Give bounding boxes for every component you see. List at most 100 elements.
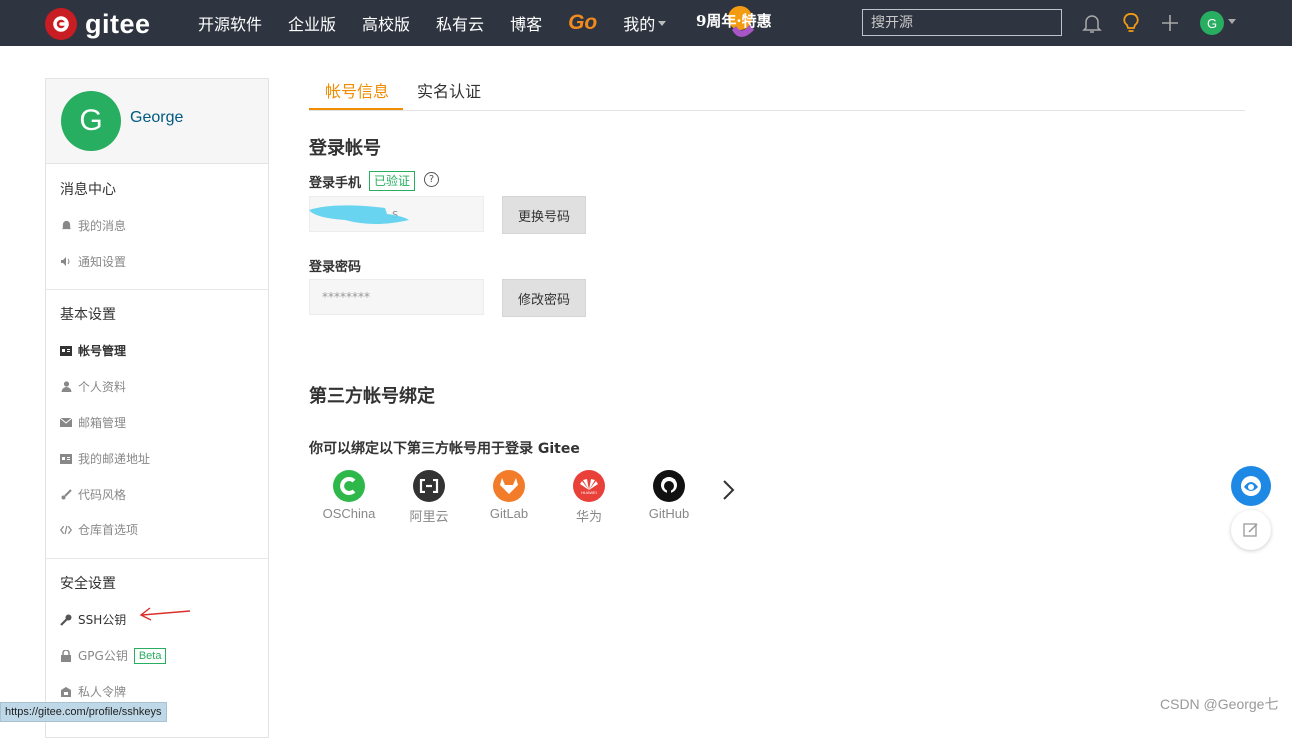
key-icon (60, 614, 72, 626)
beta-badge: Beta (133, 647, 167, 664)
password-value: ******** (322, 290, 370, 304)
provider-huawei[interactable]: HUAWEI 华为 (549, 470, 629, 525)
sidebar-item-code-style[interactable]: 代码风格 (60, 486, 126, 503)
sidebar-item-label: GPG公钥 (78, 649, 128, 663)
nav-open-source[interactable]: 开源软件 (198, 11, 262, 35)
sidebar-item-my-messages[interactable]: 我的消息 (60, 217, 126, 234)
avatar[interactable]: G (61, 91, 121, 151)
volume-icon (60, 256, 72, 268)
divider (46, 558, 268, 559)
tab-real-name[interactable]: 实名认证 (417, 78, 481, 102)
sidebar-item-label: SSH公钥 (78, 613, 127, 627)
third-party-heading: 第三方帐号绑定 (309, 386, 435, 407)
gitee-logo[interactable]: gitee (45, 8, 151, 40)
assistant-icon (1241, 476, 1261, 496)
change-phone-button[interactable]: 更换号码 (502, 196, 586, 234)
sidebar-item-account[interactable]: 帐号管理 (60, 342, 126, 359)
aliyun-icon (413, 470, 445, 502)
sidebar-item-label: 私人令牌 (78, 685, 127, 699)
sidebar-item-label: 我的消息 (78, 219, 127, 233)
nav-blog[interactable]: 博客 (510, 11, 542, 35)
id-card-icon (60, 345, 72, 357)
help-icon[interactable]: ? (424, 172, 439, 187)
provider-name: 华为 (575, 509, 602, 524)
bell-icon[interactable] (1080, 11, 1104, 35)
sidebar-item-label: 通知设置 (78, 255, 127, 269)
sidebar-item-repo-preferences[interactable]: 仓库首选项 (60, 521, 138, 538)
sidebar-item-profile[interactable]: 个人资料 (60, 378, 126, 395)
redaction-mark (309, 205, 409, 224)
top-navbar: gitee 开源软件 企业版 高校版 私有云 博客 Go 我的 9周年·特惠 G (0, 0, 1292, 46)
nav-enterprise[interactable]: 企业版 (288, 11, 336, 35)
username[interactable]: George (130, 109, 183, 127)
envelope-icon (60, 417, 72, 429)
edit-icon (1243, 523, 1258, 537)
lock-icon (60, 649, 72, 662)
code-icon (60, 524, 72, 536)
sidebar-item-private-token[interactable]: 私人令牌 (60, 683, 126, 700)
change-password-button[interactable]: 修改密码 (502, 279, 586, 317)
provider-name: OSChina (322, 506, 376, 521)
sidebar-item-label: 帐号管理 (78, 344, 127, 358)
section-title-basic: 基本设置 (60, 307, 116, 323)
divider (46, 289, 268, 290)
huawei-icon: HUAWEI (573, 470, 605, 502)
chevron-down-icon (658, 20, 667, 26)
sidebar-item-label: 仓库首选项 (78, 523, 139, 537)
brush-icon (60, 489, 72, 501)
nav-mine-label: 我的 (623, 15, 656, 34)
provider-name: 阿里云 (409, 509, 449, 524)
profile-card: G George (46, 79, 268, 164)
github-icon (653, 470, 685, 502)
active-tab-indicator (309, 108, 403, 110)
section-title-messages: 消息中心 (60, 182, 116, 198)
provider-name: GitHub (648, 506, 690, 521)
sidebar-item-label: 代码风格 (78, 488, 127, 502)
password-label: 登录密码 (309, 260, 362, 275)
anniversary-promo-banner[interactable]: 9周年·特惠 (696, 4, 780, 42)
sidebar-item-label: 个人资料 (78, 380, 127, 394)
status-bar-url: https://gitee.com/profile/sshkeys (0, 702, 167, 722)
login-account-heading: 登录帐号 (309, 138, 381, 159)
account-tabs: 帐号信息 实名认证 (309, 70, 1245, 111)
huawei-logo-text: HUAWEI (581, 489, 597, 495)
section-title-security: 安全设置 (60, 576, 116, 592)
search-input[interactable] (862, 9, 1062, 36)
plus-icon[interactable] (1158, 11, 1182, 35)
bell-icon (60, 220, 72, 232)
main-nav: 开源软件 企业版 高校版 私有云 博客 Go 我的 (198, 0, 667, 46)
sidebar-item-label: 邮箱管理 (78, 416, 127, 430)
user-icon (60, 381, 72, 393)
logo-text: gitee (85, 8, 151, 39)
chevron-down-icon[interactable] (1228, 19, 1236, 24)
sidebar-item-label: 我的邮递地址 (78, 452, 151, 466)
provider-github[interactable]: GitHub (629, 470, 709, 521)
nav-go[interactable]: Go (568, 11, 597, 35)
sidebar-item-email[interactable]: 邮箱管理 (60, 414, 126, 431)
watermark: CSDN @George七 (1160, 696, 1279, 712)
nav-private-cloud[interactable]: 私有云 (436, 11, 484, 35)
provider-aliyun[interactable]: 阿里云 (389, 470, 469, 525)
sidebar-item-ssh-keys[interactable]: SSH公钥 (60, 611, 126, 628)
settings-sidebar: G George 消息中心 我的消息 通知设置 基本设置 帐号管理 个人资料 邮… (45, 78, 269, 738)
third-party-subtitle: 你可以绑定以下第三方帐号用于登录 Gitee (309, 441, 580, 457)
red-arrow-annotation (139, 607, 191, 621)
oschina-icon (333, 470, 365, 502)
sidebar-item-gpg-keys[interactable]: GPG公钥 Beta (60, 647, 167, 664)
tab-account-info[interactable]: 帐号信息 (325, 78, 389, 102)
chevron-right-icon[interactable] (719, 478, 739, 502)
nav-mine-dropdown[interactable]: 我的 (623, 11, 667, 35)
phone-label: 登录手机 (309, 176, 362, 191)
nav-education[interactable]: 高校版 (362, 11, 410, 35)
sidebar-item-mailing-address[interactable]: 我的邮递地址 (60, 450, 150, 467)
gitlab-icon (493, 470, 525, 502)
lightbulb-icon[interactable] (1119, 11, 1143, 35)
token-icon (60, 686, 72, 698)
provider-name: GitLab (489, 506, 529, 521)
provider-gitlab[interactable]: GitLab (469, 470, 549, 521)
assistant-float-button[interactable] (1231, 466, 1271, 506)
provider-oschina[interactable]: OSChina (309, 470, 389, 521)
user-avatar-menu[interactable]: G (1200, 11, 1224, 35)
feedback-float-button[interactable] (1231, 510, 1271, 550)
sidebar-item-notification-settings[interactable]: 通知设置 (60, 253, 126, 270)
